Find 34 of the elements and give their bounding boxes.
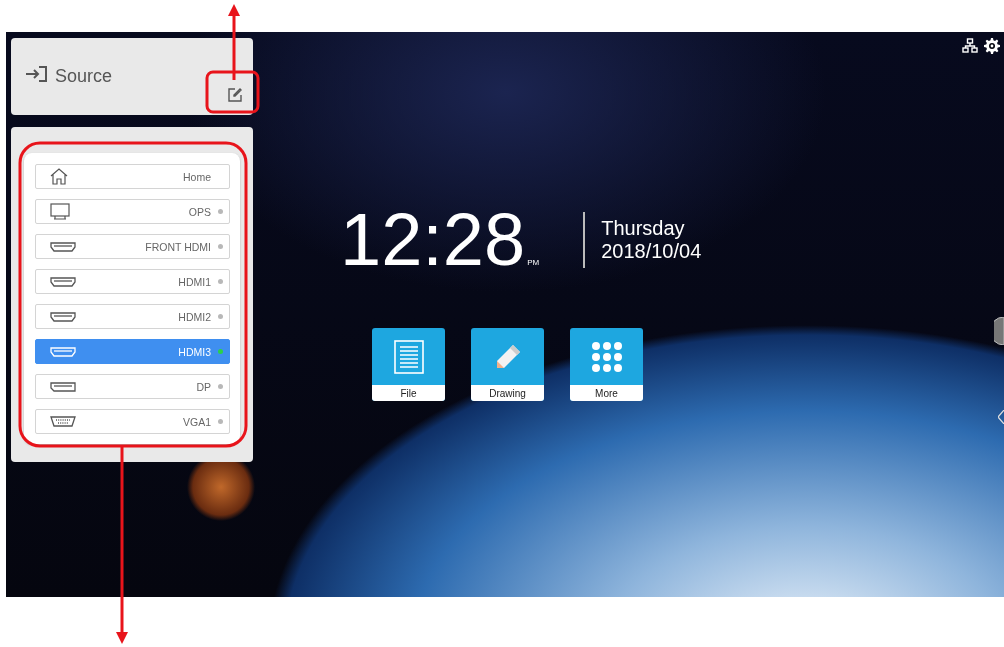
- side-handle-icon[interactable]: [994, 317, 1004, 345]
- panel-title: Source: [55, 66, 113, 86]
- hdmi-port-icon: [50, 241, 76, 252]
- date-label: 2018/10/04: [601, 240, 702, 263]
- source-item[interactable]: VGA1: [35, 409, 230, 434]
- network-icon[interactable]: [962, 38, 978, 53]
- vga-port-icon: [50, 416, 76, 427]
- edit-icon: [227, 87, 243, 103]
- source-item[interactable]: HDMI3: [35, 339, 230, 364]
- source-item[interactable]: Home: [35, 164, 230, 189]
- highlight-frame: [205, 70, 260, 114]
- source-item[interactable]: HDMI1: [35, 269, 230, 294]
- monitor-icon: [50, 203, 70, 220]
- source-item[interactable]: DP: [35, 374, 230, 399]
- hdmi-port-icon: [50, 276, 76, 287]
- settings-icon[interactable]: [984, 38, 1000, 54]
- document-icon: [392, 338, 425, 375]
- source-item[interactable]: OPS: [35, 199, 230, 224]
- chevron-left-icon[interactable]: [998, 410, 1004, 424]
- hdmi-port-icon: [50, 346, 76, 357]
- app-tile[interactable]: Drawing: [471, 328, 544, 401]
- hdmi-port-icon: [50, 311, 76, 322]
- displayport-icon: [50, 381, 76, 392]
- home-icon: [50, 168, 68, 185]
- clock-time: 12:28: [340, 205, 526, 275]
- app-grid-icon: [590, 340, 623, 373]
- weekday-label: Thursday: [601, 217, 686, 240]
- edit-button[interactable]: [227, 87, 243, 103]
- input-source-icon: [25, 66, 47, 82]
- source-item[interactable]: FRONT HDMI: [35, 234, 230, 259]
- clock-meridiem: PM: [527, 258, 540, 267]
- app-tile[interactable]: File: [372, 328, 445, 401]
- source-item[interactable]: HDMI2: [35, 304, 230, 329]
- app-tile[interactable]: More: [570, 328, 643, 401]
